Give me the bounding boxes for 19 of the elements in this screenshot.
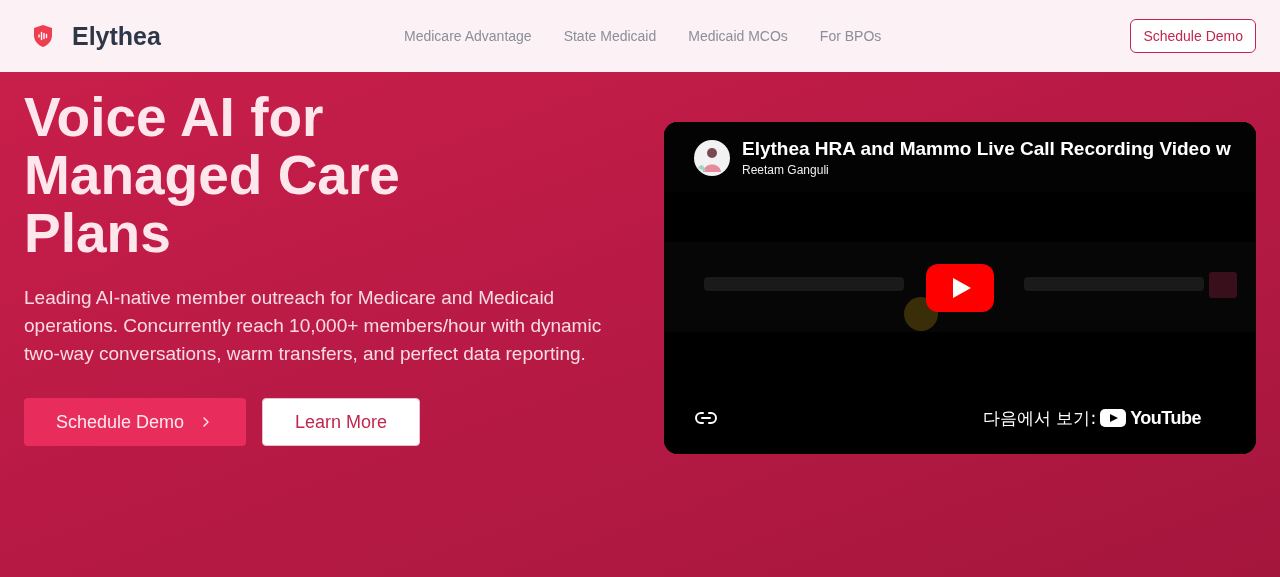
- play-button-icon[interactable]: [926, 264, 994, 312]
- play-logo-icon[interactable]: [1100, 409, 1127, 427]
- youtube-wordmark[interactable]: YouTube: [1130, 407, 1201, 429]
- nav-link[interactable]: Medicaid MCOs: [688, 28, 788, 44]
- brand-name: Elythea: [72, 21, 161, 51]
- nav-link[interactable]: For BPOs: [819, 28, 882, 44]
- watch-on-label[interactable]: 다음에서 보기:: [983, 406, 1097, 430]
- video-title[interactable]: Elythea HRA and Mammo Live Call Recording Video w: [742, 138, 1231, 160]
- hero-description: Leading AI-native member outreach for Medicare and Medicaid operations. Concurrently reach 10,000+ members/hour with dynamic two-way conversations, warm transfers, and perfect data reporting.: [24, 286, 603, 366]
- schedule-demo-button[interactable]: Schedule Demo: [24, 398, 247, 446]
- channel-name[interactable]: Reetam Ganguli: [742, 163, 1231, 177]
- nav-link[interactable]: State Medicaid: [563, 28, 657, 44]
- schedule-demo-button[interactable]: Schedule Demo: [1130, 19, 1256, 53]
- nav-link[interactable]: Medicare Advantage: [404, 28, 532, 44]
- hero-heading: Voice AI for Managed Care Plans: [24, 88, 401, 262]
- video-player[interactable]: Elythea HRA and Mammo Live Call Recording Video w Reetam Ganguli 다음에서 보기: YouTube: [664, 122, 1256, 454]
- shield-logo-icon: [32, 24, 54, 48]
- learn-more-button[interactable]: Learn More: [262, 398, 421, 446]
- channel-avatar[interactable]: [694, 139, 730, 176]
